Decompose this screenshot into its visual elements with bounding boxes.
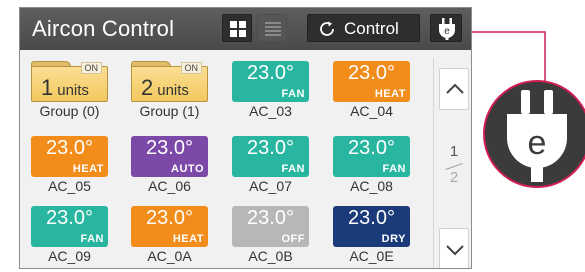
unit-status-tile: 23.0° HEAT: [131, 206, 208, 247]
unit-temperature: 23.0°: [247, 207, 294, 229]
unit-temperature: 23.0°: [146, 207, 193, 229]
group-tile-0[interactable]: ON 1 units Group (0): [31, 61, 111, 119]
unit-mode: OFF: [281, 233, 305, 245]
plug-button[interactable]: e: [430, 14, 462, 42]
unit-temperature: 23.0°: [348, 62, 395, 84]
group-unit-count: 1: [41, 75, 54, 100]
list-icon: [265, 22, 281, 36]
unit-label: AC_07: [249, 178, 292, 194]
unit-temperature: 23.0°: [46, 137, 93, 159]
unit-tile-ac-06[interactable]: 23.0° AUTO AC_06: [131, 136, 211, 194]
unit-tile-ac-07[interactable]: 23.0° FAN AC_07: [232, 136, 312, 194]
unit-tile-ac-0a[interactable]: 23.0° HEAT AC_0A: [131, 206, 211, 264]
page-title: Aircon Control: [32, 16, 175, 41]
unit-label: AC_05: [48, 178, 91, 194]
unit-tile-ac-04[interactable]: 23.0° HEAT AC_04: [333, 61, 413, 119]
list-view-button[interactable]: [257, 14, 287, 42]
unit-mode: HEAT: [72, 163, 104, 175]
unit-tile-ac-0e[interactable]: 23.0° DRY AC_0E: [333, 206, 413, 264]
unit-status-tile: 23.0° OFF: [232, 206, 309, 247]
unit-status-tile: 23.0° HEAT: [31, 136, 108, 177]
chevron-up-icon: [446, 83, 464, 94]
unit-label: AC_06: [148, 178, 191, 194]
unit-label: AC_09: [48, 248, 91, 264]
unit-tile-ac-08[interactable]: 23.0° FAN AC_08: [333, 136, 413, 194]
unit-tile-ac-05[interactable]: 23.0° HEAT AC_05: [31, 136, 111, 194]
folder-icon: ON 1 units: [31, 61, 108, 102]
unit-label: AC_04: [350, 103, 393, 119]
unit-status-tile: 23.0° FAN: [333, 136, 410, 177]
unit-label: AC_0B: [248, 248, 293, 264]
unit-status-tile: 23.0° AUTO: [131, 136, 208, 177]
unit-mode: FAN: [382, 163, 406, 175]
group-label: Group (1): [139, 103, 200, 119]
group-unit-label: units: [157, 82, 189, 99]
grid-view-button[interactable]: [222, 14, 252, 42]
unit-tile-ac-0b[interactable]: 23.0° OFF AC_0B: [232, 206, 312, 264]
unit-label: AC_08: [350, 178, 393, 194]
header-bar: Aircon Control Control e: [20, 8, 471, 50]
plug-e-icon: e: [439, 18, 455, 40]
unit-temperature: 23.0°: [247, 137, 294, 159]
unit-mode: AUTO: [171, 163, 204, 175]
total-pages: 2: [449, 169, 459, 186]
unit-temperature: 23.0°: [247, 62, 294, 84]
plug-e-icon: e: [507, 90, 567, 182]
unit-mode: HEAT: [172, 233, 204, 245]
control-button[interactable]: Control: [307, 14, 420, 42]
unit-label: AC_03: [249, 103, 292, 119]
unit-status-tile: 23.0° HEAT: [333, 61, 410, 102]
group-unit-label: units: [57, 82, 89, 99]
unit-mode: HEAT: [374, 88, 406, 100]
scroll-up-button[interactable]: [439, 68, 469, 110]
unit-mode: FAN: [80, 233, 104, 245]
unit-status-tile: 23.0° FAN: [232, 136, 309, 177]
unit-tile-ac-03[interactable]: 23.0° FAN AC_03: [232, 61, 312, 119]
unit-status-tile: 23.0° DRY: [333, 206, 410, 247]
unit-temperature: 23.0°: [348, 137, 395, 159]
svg-text:e: e: [528, 124, 547, 162]
folder-icon: ON 2 units: [131, 61, 208, 102]
current-page: 1: [449, 143, 459, 160]
refresh-circle-icon: [320, 21, 334, 36]
unit-status-tile: 23.0° FAN: [31, 206, 108, 247]
page-scroller: 1 2: [433, 58, 471, 268]
unit-temperature: 23.0°: [46, 207, 93, 229]
unit-mode: FAN: [281, 163, 305, 175]
status-badge: ON: [180, 62, 202, 74]
unit-status-tile: 23.0° FAN: [232, 61, 309, 102]
unit-label: AC_0A: [147, 248, 192, 264]
control-button-label: Control: [344, 19, 399, 38]
scroll-down-button[interactable]: [439, 228, 469, 268]
group-label: Group (0): [39, 103, 100, 119]
group-unit-count: 2: [141, 75, 154, 100]
grid-icon: [230, 21, 246, 37]
plug-icon-magnifier: e: [483, 80, 585, 188]
unit-label: AC_0E: [349, 248, 394, 264]
unit-tile-ac-09[interactable]: 23.0° FAN AC_09: [31, 206, 111, 264]
unit-temperature: 23.0°: [348, 207, 395, 229]
chevron-down-icon: [446, 245, 464, 256]
svg-text:e: e: [444, 26, 450, 37]
group-tile-1[interactable]: ON 2 units Group (1): [131, 61, 211, 119]
unit-mode: FAN: [281, 88, 305, 100]
status-badge: ON: [80, 62, 102, 74]
aircon-control-panel: Aircon Control Control e ON 1 units Grou…: [19, 7, 472, 269]
unit-mode: DRY: [381, 233, 406, 245]
unit-temperature: 23.0°: [146, 137, 193, 159]
